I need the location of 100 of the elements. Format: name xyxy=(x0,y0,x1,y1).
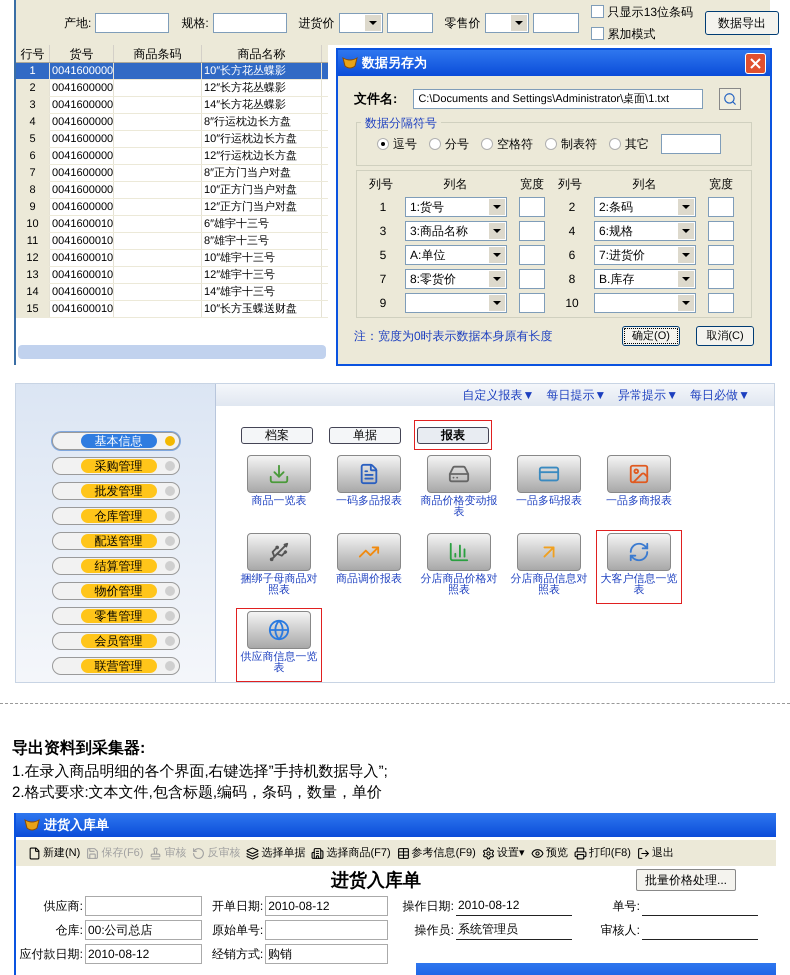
width-field[interactable] xyxy=(519,269,545,289)
report-tile[interactable]: 大客户信息一览表 xyxy=(596,530,682,604)
input-field[interactable] xyxy=(265,920,388,940)
width-field[interactable] xyxy=(519,293,545,313)
text-field[interactable] xyxy=(95,12,170,32)
sidebar-item[interactable]: 仓库管理 xyxy=(52,507,180,525)
width-field[interactable] xyxy=(519,245,545,265)
nav-link[interactable]: 每日提示▼ xyxy=(546,386,606,404)
toolbar-button[interactable]: 新建(N) xyxy=(28,844,80,862)
grid-row[interactable]: 13 0041600010 12″雄宇十三号 xyxy=(16,267,328,284)
grid-row[interactable]: 4 0041600000 8″行运枕边长方盘 xyxy=(16,114,328,131)
grid-row[interactable]: 12 0041600010 10″雄宇十三号 xyxy=(16,250,328,267)
text-field[interactable] xyxy=(212,12,287,32)
sidebar-item[interactable]: 批发管理 xyxy=(52,482,180,500)
toolbar-button[interactable]: 退出 xyxy=(636,844,674,862)
dialog-button[interactable]: 确定(O) xyxy=(622,326,680,346)
width-field[interactable] xyxy=(708,197,734,217)
horizontal-scrollbar[interactable] xyxy=(18,345,326,359)
price-field[interactable] xyxy=(532,12,579,32)
radio-button[interactable] xyxy=(429,138,441,150)
width-field[interactable] xyxy=(708,269,734,289)
file-path-field[interactable]: C:\Documents and Settings\Administrator\桌面\1.txt xyxy=(413,89,704,109)
grid-row[interactable]: 6 0041600000 12″行运枕边长方盘 xyxy=(16,148,328,165)
width-field[interactable] xyxy=(708,221,734,241)
grid-row[interactable]: 2 0041600000 12″长方花丛蝶影 xyxy=(16,80,328,97)
tab[interactable]: 报表 xyxy=(417,427,489,444)
grid-row[interactable]: 5 0041600000 10″行运枕边长方盘 xyxy=(16,131,328,148)
column-name-dropdown[interactable] xyxy=(405,293,507,313)
tab[interactable]: 档案 xyxy=(241,427,313,444)
report-tile[interactable]: 分店商品信息对照表 xyxy=(506,530,592,604)
checkbox[interactable] xyxy=(590,27,604,40)
toolbar-button[interactable]: 预览 xyxy=(530,844,568,862)
grid-row[interactable]: 11 0041600010 8″雄宇十三号 xyxy=(16,233,328,250)
input-field[interactable] xyxy=(84,896,202,916)
sidebar-item[interactable]: 采购管理 xyxy=(52,457,180,475)
column-name-dropdown[interactable]: 7:进货价 xyxy=(594,245,696,265)
checkbox[interactable] xyxy=(590,5,604,18)
input-field[interactable]: 购销 xyxy=(265,944,388,964)
grid-row[interactable]: 9 0041600000 12″正方门当户对盘 xyxy=(16,199,328,216)
sidebar-item[interactable]: 基本信息 xyxy=(52,432,180,450)
width-field[interactable] xyxy=(519,221,545,241)
grid-row[interactable]: 10 0041600010 6″雄宇十三号 xyxy=(16,216,328,233)
grid-row[interactable]: 7 0041600000 8″正方门当户对盘 xyxy=(16,165,328,182)
report-tile[interactable]: 一码多品报表 xyxy=(326,452,412,526)
nav-link[interactable]: 每日必做▼ xyxy=(690,386,750,404)
toolbar-button[interactable]: 选择单据 xyxy=(246,844,306,862)
column-header[interactable]: 商品名称 xyxy=(202,45,322,62)
report-tile[interactable]: 商品一览表 xyxy=(236,452,322,526)
sidebar-item[interactable]: 零售管理 xyxy=(52,607,180,625)
grid-row[interactable]: 8 0041600000 10″正方门当户对盘 xyxy=(16,182,328,199)
input-field[interactable]: 00:公司总店 xyxy=(84,920,202,940)
dropdown-field[interactable] xyxy=(338,12,383,32)
column-header[interactable]: 商品条码 xyxy=(114,45,202,62)
dialog-button[interactable]: 取消(C) xyxy=(696,326,754,346)
column-name-dropdown[interactable]: 3:商品名称 xyxy=(405,221,507,241)
column-name-dropdown[interactable]: 8:零货价 xyxy=(405,269,507,289)
column-name-dropdown[interactable]: A:单位 xyxy=(405,245,507,265)
batch-price-button[interactable]: 批量价格处理... xyxy=(636,869,736,891)
export-button[interactable]: 数据导出 xyxy=(705,10,780,34)
report-tile[interactable]: 商品调价报表 xyxy=(326,530,412,604)
report-tile[interactable]: 分店商品价格对照表 xyxy=(416,530,502,604)
column-name-dropdown[interactable] xyxy=(594,293,696,313)
report-tile[interactable]: 商品价格变动报表 xyxy=(416,452,502,526)
dropdown-field[interactable] xyxy=(484,12,529,32)
input-field[interactable]: 2010-08-12 xyxy=(456,896,572,916)
report-tile[interactable]: 一品多码报表 xyxy=(506,452,592,526)
report-tile[interactable]: 供应商信息一览表 xyxy=(236,608,322,682)
toolbar-button[interactable]: 打印(F8) xyxy=(574,844,631,862)
custom-separator-field[interactable] xyxy=(661,134,721,154)
toolbar-button[interactable]: 设置▾ xyxy=(482,844,525,862)
nav-link[interactable]: 异常提示▼ xyxy=(618,386,678,404)
grid-row[interactable]: 15 0041600010 10″长方玉蝶送财盘 xyxy=(16,301,328,318)
grid-row[interactable]: 1 0041600000 10″长方花丛蝶影 xyxy=(16,63,328,80)
column-header[interactable]: 行号 xyxy=(16,45,50,62)
radio-button[interactable] xyxy=(377,138,389,150)
sidebar-item[interactable]: 联营管理 xyxy=(52,657,180,675)
close-button[interactable] xyxy=(745,52,766,74)
column-header[interactable]: 货号 xyxy=(50,45,114,62)
browse-button[interactable] xyxy=(719,88,742,110)
radio-button[interactable] xyxy=(609,138,621,150)
width-field[interactable] xyxy=(519,197,545,217)
width-field[interactable] xyxy=(708,293,734,313)
grid-row[interactable]: 3 0041600000 14″长方花丛蝶影 xyxy=(16,97,328,114)
report-tile[interactable]: 捆绑子母商品对照表 xyxy=(236,530,322,604)
sidebar-item[interactable]: 会员管理 xyxy=(52,632,180,650)
sidebar-item[interactable]: 物价管理 xyxy=(52,582,180,600)
price-field[interactable] xyxy=(386,12,433,32)
toolbar-button[interactable]: 选择商品(F7) xyxy=(311,844,391,862)
column-name-dropdown[interactable]: 2:条码 xyxy=(594,197,696,217)
grid-row[interactable]: 14 0041600010 14″雄宇十三号 xyxy=(16,284,328,301)
input-field[interactable]: 2010-08-12 xyxy=(84,944,202,964)
column-name-dropdown[interactable]: B.库存 xyxy=(594,269,696,289)
tab[interactable]: 单据 xyxy=(329,427,401,444)
column-name-dropdown[interactable]: 1:货号 xyxy=(405,197,507,217)
sidebar-item[interactable]: 配送管理 xyxy=(52,532,180,550)
radio-button[interactable] xyxy=(481,138,493,150)
width-field[interactable] xyxy=(708,245,734,265)
report-tile[interactable]: 一品多商报表 xyxy=(596,452,682,526)
column-name-dropdown[interactable]: 6:规格 xyxy=(594,221,696,241)
radio-button[interactable] xyxy=(545,138,557,150)
